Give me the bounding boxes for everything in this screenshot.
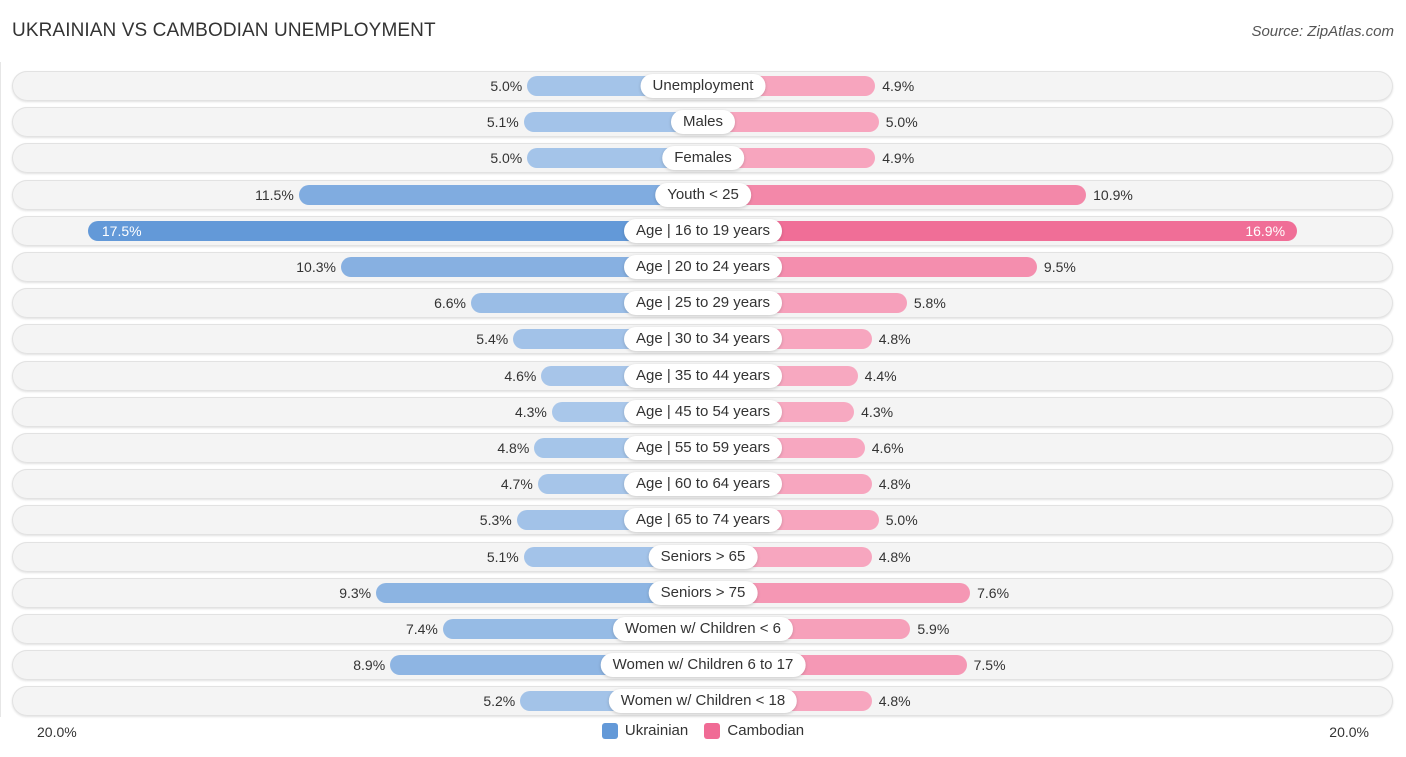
category-label: Women w/ Children 6 to 17 bbox=[600, 653, 806, 678]
value-label-cambodian: 4.8% bbox=[878, 476, 911, 493]
bar-ukrainian[interactable] bbox=[298, 184, 703, 205]
value-label-ukrainian: 5.1% bbox=[486, 548, 519, 565]
legend-label-cambodian: Cambodian bbox=[727, 722, 805, 739]
gridline-left bbox=[0, 62, 1, 717]
value-label-cambodian: 4.4% bbox=[864, 367, 897, 384]
value-label-cambodian: 5.9% bbox=[917, 621, 950, 637]
value-label-cambodian: 5.8% bbox=[913, 295, 946, 312]
value-label-ukrainian: 5.4% bbox=[476, 331, 509, 348]
category-label: Males bbox=[670, 110, 736, 135]
category-label: Females bbox=[662, 146, 744, 171]
category-label: Age | 25 to 29 years bbox=[624, 291, 782, 316]
category-label: Women w/ Children < 18 bbox=[608, 689, 798, 714]
bar-cambodian[interactable] bbox=[703, 220, 1298, 241]
value-label-cambodian: 9.5% bbox=[1043, 259, 1076, 275]
category-label: Women w/ Children < 6 bbox=[612, 617, 794, 641]
bar-ukrainian[interactable] bbox=[87, 220, 703, 241]
legend-label-ukrainian: Ukrainian bbox=[624, 722, 689, 739]
value-label-cambodian: 4.9% bbox=[882, 78, 915, 94]
value-label-cambodian: 7.6% bbox=[977, 584, 1010, 601]
value-label-cambodian: 4.9% bbox=[882, 150, 915, 167]
value-label-cambodian: 10.9% bbox=[1093, 186, 1133, 203]
category-label: Age | 30 to 34 years bbox=[624, 327, 782, 352]
bar-cambodian[interactable] bbox=[703, 184, 1087, 205]
value-label-ukrainian: 5.2% bbox=[483, 693, 516, 710]
value-label-ukrainian: 9.3% bbox=[339, 584, 372, 601]
value-label-cambodian: 5.0% bbox=[885, 512, 918, 529]
category-label: Unemployment bbox=[640, 74, 766, 98]
value-label-cambodian: 4.6% bbox=[871, 440, 904, 456]
category-label: Youth < 25 bbox=[655, 182, 751, 207]
category-label: Age | 20 to 24 years bbox=[624, 255, 782, 279]
category-label: Age | 35 to 44 years bbox=[624, 363, 782, 388]
value-label-ukrainian: 8.9% bbox=[353, 657, 386, 674]
category-label: Seniors > 75 bbox=[648, 580, 758, 605]
legend-swatch-ukrainian bbox=[601, 722, 618, 739]
value-label-ukrainian: 4.7% bbox=[500, 476, 533, 493]
legend-item-ukrainian[interactable]: Ukrainian bbox=[601, 722, 689, 739]
value-label-cambodian: 4.3% bbox=[861, 403, 894, 420]
value-label-cambodian: 5.0% bbox=[885, 114, 918, 131]
value-label-cambodian: 7.5% bbox=[973, 657, 1006, 674]
value-label-ukrainian: 5.0% bbox=[490, 150, 523, 167]
value-label-ukrainian: 5.0% bbox=[490, 78, 523, 94]
value-label-cambodian: 4.8% bbox=[878, 548, 911, 565]
legend: Ukrainian Cambodian bbox=[0, 722, 1406, 743]
value-label-ukrainian: 4.6% bbox=[504, 367, 537, 384]
category-label: Age | 16 to 19 years bbox=[624, 218, 782, 243]
value-label-ukrainian: 10.3% bbox=[296, 259, 336, 275]
legend-item-cambodian[interactable]: Cambodian bbox=[704, 722, 804, 739]
value-label-ukrainian: 6.6% bbox=[434, 295, 467, 312]
value-label-ukrainian: 5.1% bbox=[486, 114, 519, 131]
value-label-ukrainian: 4.3% bbox=[514, 403, 547, 420]
value-label-ukrainian: 5.3% bbox=[479, 512, 512, 529]
category-label: Age | 60 to 64 years bbox=[624, 472, 782, 497]
legend-swatch-cambodian bbox=[704, 722, 721, 739]
value-label-ukrainian: 4.8% bbox=[497, 440, 530, 456]
category-label: Age | 65 to 74 years bbox=[624, 508, 782, 533]
category-label: Age | 55 to 59 years bbox=[624, 436, 782, 460]
value-label-cambodian: 16.9% bbox=[1245, 222, 1286, 239]
value-label-cambodian: 4.8% bbox=[878, 693, 911, 710]
value-label-ukrainian: 17.5% bbox=[101, 222, 142, 239]
value-label-ukrainian: 7.4% bbox=[405, 621, 438, 637]
value-label-ukrainian: 11.5% bbox=[255, 186, 294, 203]
diverging-bar-chart: 5.0% 4.9% Unemployment 5.1% 5.0% Males 5.0% 4.9… bbox=[0, 0, 1406, 757]
category-label: Age | 45 to 54 years bbox=[624, 399, 782, 424]
value-label-cambodian: 4.8% bbox=[878, 331, 911, 348]
category-label: Seniors > 65 bbox=[648, 544, 758, 569]
